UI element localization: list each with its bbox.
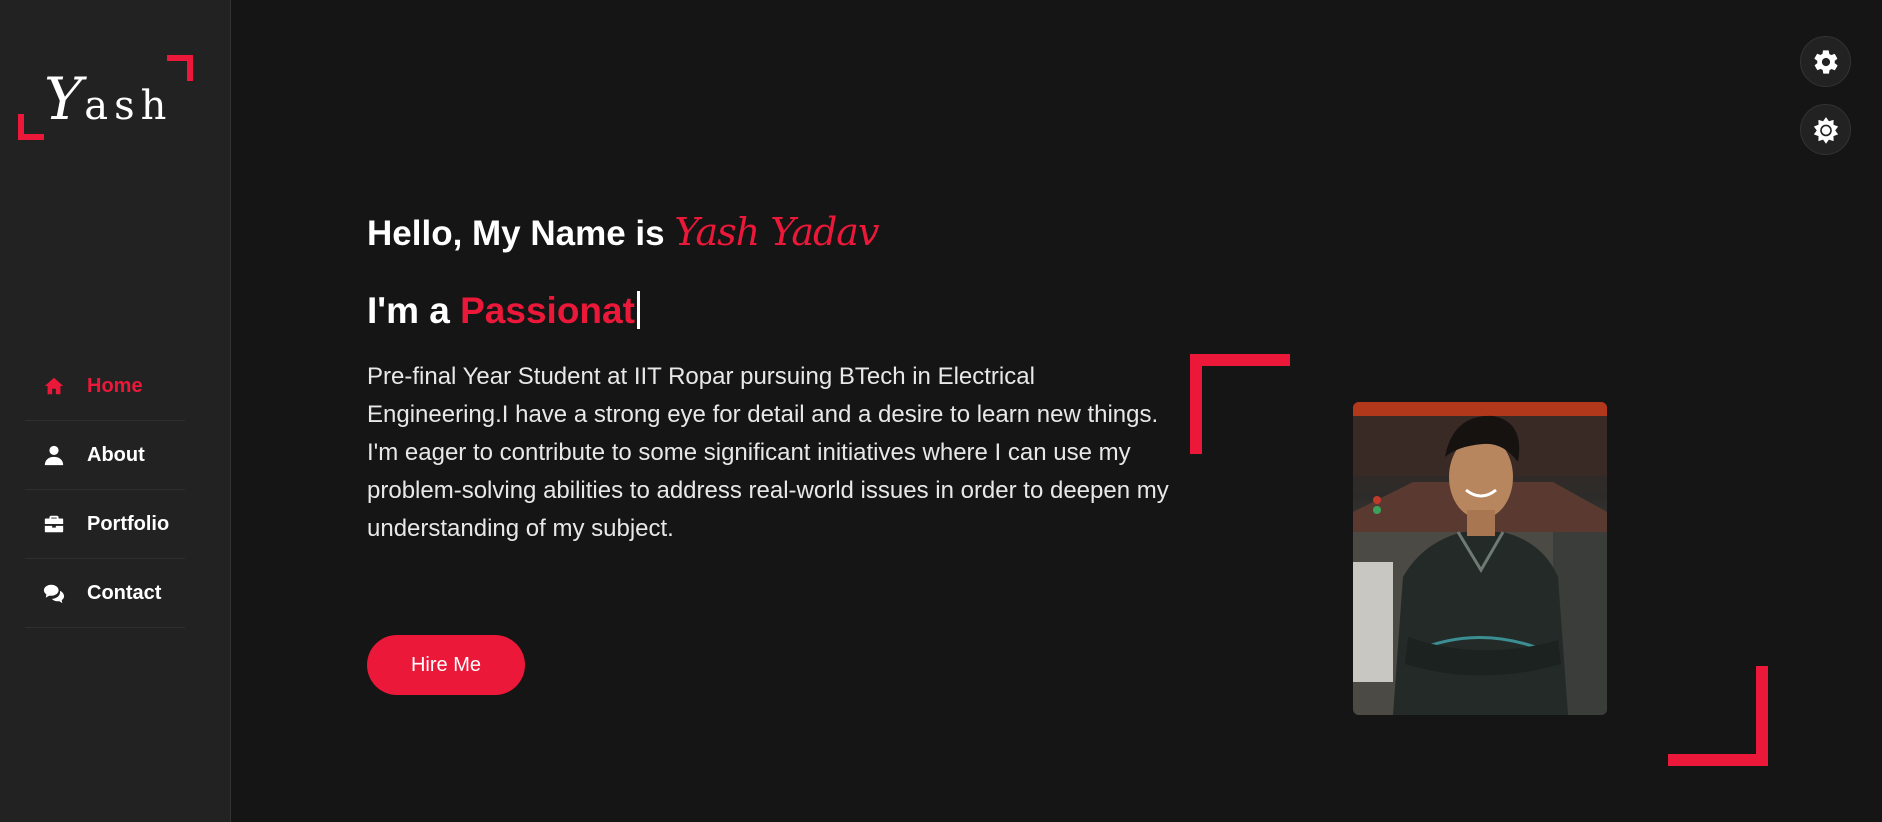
typing-cursor — [636, 291, 640, 329]
nav-label-home: Home — [87, 375, 143, 397]
day-night-toggle[interactable] — [1800, 104, 1851, 155]
profile-photo — [1353, 402, 1607, 715]
nav-link-home[interactable]: Home — [25, 352, 185, 420]
hero-greeting: Hello, My Name is Yash Yadav — [367, 210, 879, 254]
logo-rest: ash — [84, 83, 173, 129]
nav-link-about[interactable]: About — [25, 421, 185, 489]
nav-item-about: About — [25, 421, 185, 490]
main-content: Hello, My Name is Yash Yadav I'm a Passi… — [232, 0, 1882, 822]
gear-icon — [1813, 49, 1838, 74]
style-switcher-toggle[interactable] — [1800, 36, 1851, 87]
role-typed: Passionat — [460, 290, 635, 331]
user-icon — [43, 444, 65, 466]
sidebar: Yash Home About Portfolio Contact — [0, 0, 231, 822]
hero-name: Yash Yadav — [674, 210, 879, 254]
logo-text: Yash — [44, 65, 172, 133]
logo-initial: Y — [44, 65, 85, 133]
nav-label-contact: Contact — [87, 582, 162, 604]
briefcase-icon — [43, 513, 65, 535]
photo-frame-top-left — [1190, 354, 1290, 454]
nav-item-portfolio: Portfolio — [25, 490, 185, 559]
chat-icon — [43, 582, 65, 604]
nav-label-portfolio: Portfolio — [87, 513, 170, 535]
home-icon — [43, 375, 65, 397]
nav-item-contact: Contact — [25, 559, 185, 628]
nav-item-home: Home — [25, 352, 185, 421]
sun-icon — [1813, 116, 1838, 144]
greeting-text: Hello, My Name is — [367, 214, 665, 253]
nav-menu: Home About Portfolio Contact — [25, 352, 185, 628]
logo[interactable]: Yash — [18, 55, 193, 140]
logo-corner-bottom-left — [18, 114, 44, 140]
role-prefix: I'm a — [367, 290, 450, 331]
nav-link-contact[interactable]: Contact — [25, 559, 185, 627]
hero-role: I'm a Passionat — [367, 290, 640, 332]
hero-about: Pre-final Year Student at IIT Ropar purs… — [367, 363, 1169, 542]
hire-me-button[interactable]: Hire Me — [367, 635, 525, 695]
photo-frame-bottom-right — [1668, 666, 1768, 766]
nav-label-about: About — [87, 444, 145, 466]
nav-link-portfolio[interactable]: Portfolio — [25, 490, 185, 558]
